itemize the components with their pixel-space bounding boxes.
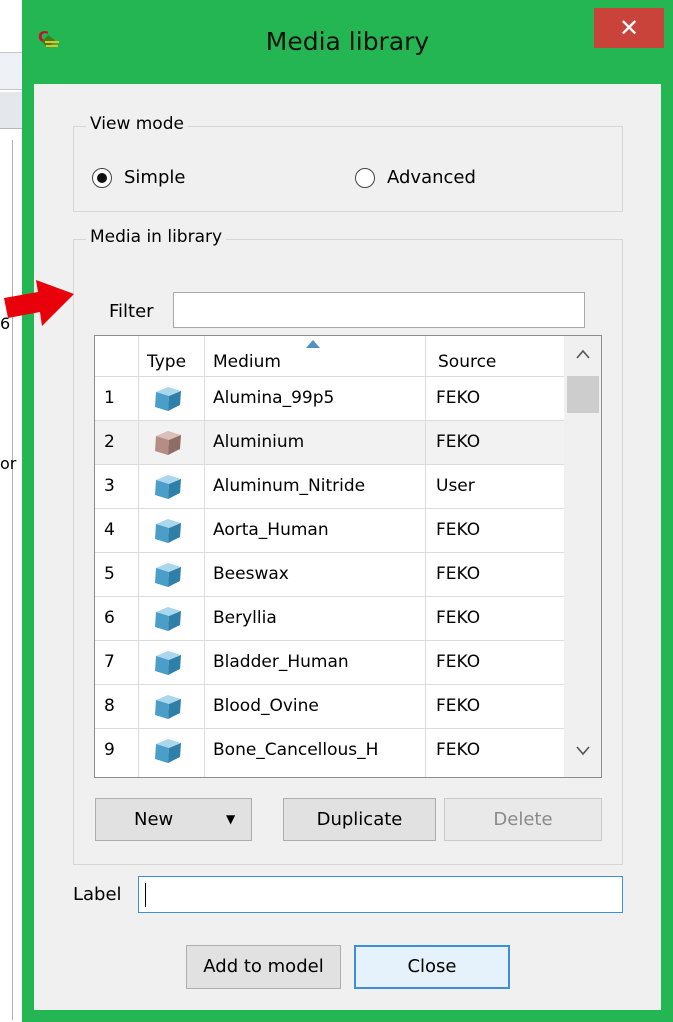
row-index: 1 (104, 388, 115, 408)
table-row[interactable]: 1 Alumina_99p5 FEKO (95, 376, 565, 420)
radio-simple[interactable]: Simple (92, 167, 185, 188)
new-button-label: New (134, 809, 174, 830)
dielectric-cube-icon (155, 519, 181, 543)
title-bar[interactable]: C Media library ✕ (22, 0, 673, 84)
filter-label: Filter (109, 301, 154, 322)
row-medium: Alumina_99p5 (213, 388, 335, 408)
table-row[interactable]: 8 Blood_Ovine FEKO (95, 684, 565, 728)
row-source: FEKO (436, 388, 481, 408)
row-divider (95, 596, 565, 597)
dielectric-cube-icon (155, 607, 181, 631)
row-index: 8 (104, 696, 115, 716)
row-source: FEKO (436, 520, 481, 540)
row-source: FEKO (436, 696, 481, 716)
row-divider (95, 552, 565, 553)
row-index: 5 (104, 564, 115, 584)
radio-advanced[interactable]: Advanced (355, 167, 476, 188)
row-index: 6 (104, 608, 115, 628)
dielectric-cube-icon (155, 387, 181, 411)
row-source: FEKO (436, 740, 481, 760)
new-dropdown-arrow-icon[interactable]: ▼ (226, 799, 235, 840)
row-divider (95, 728, 565, 729)
close-button[interactable]: Close (354, 945, 510, 989)
row-divider (95, 376, 565, 377)
close-window-button[interactable]: ✕ (594, 8, 664, 48)
row-index: 9 (104, 740, 115, 760)
row-divider (95, 508, 565, 509)
row-medium: Aorta_Human (213, 520, 329, 540)
row-index: 3 (104, 476, 115, 496)
add-to-model-button[interactable]: Add to model (186, 945, 341, 989)
table-header: Type Medium Source (95, 336, 565, 376)
radio-unchecked-icon (355, 167, 375, 188)
row-index: 7 (104, 652, 115, 672)
row-medium: Blood_Ovine (213, 696, 319, 716)
dielectric-cube-icon (155, 475, 181, 499)
radio-checked-icon (92, 167, 112, 188)
row-medium: Beryllia (213, 608, 277, 628)
duplicate-button[interactable]: Duplicate (283, 798, 436, 841)
annotation-arrow-icon (4, 280, 74, 326)
background-text-fragment: or (0, 454, 17, 473)
row-divider (95, 464, 565, 465)
delete-button[interactable]: Delete (444, 798, 602, 841)
scroll-down-icon[interactable] (564, 733, 601, 769)
new-button[interactable]: New ▼ (95, 798, 252, 841)
row-divider (95, 684, 565, 685)
row-medium: Beeswax (213, 564, 289, 584)
table-row[interactable]: 6 Beryllia FEKO (95, 596, 565, 640)
radio-simple-label: Simple (124, 167, 186, 188)
scroll-thumb[interactable] (567, 376, 599, 413)
table-row[interactable]: 5 Beeswax FEKO (95, 552, 565, 596)
label-input[interactable] (138, 876, 623, 913)
dielectric-cube-icon (155, 563, 181, 587)
row-medium: Bone_Cancellous_H (213, 740, 379, 760)
header-index[interactable] (102, 336, 132, 376)
media-library-dialog: C Media library ✕ View mode Simple Advan… (22, 0, 673, 1022)
header-medium[interactable]: Medium (213, 336, 413, 376)
row-divider (95, 640, 565, 641)
row-divider (95, 420, 565, 421)
row-source: FEKO (436, 432, 481, 452)
radio-advanced-label: Advanced (387, 167, 476, 188)
table-row[interactable]: 3 Aluminum_Nitride User (95, 464, 565, 508)
row-source: FEKO (436, 564, 481, 584)
row-source: FEKO (436, 652, 481, 672)
table-row[interactable]: 7 Bladder_Human FEKO (95, 640, 565, 684)
row-source: User (436, 476, 475, 496)
row-source: FEKO (436, 608, 481, 628)
text-caret (145, 883, 146, 907)
table-scrollbar[interactable] (564, 336, 601, 777)
window-title: Media library (265, 27, 430, 56)
dielectric-cube-icon (155, 695, 181, 719)
view-mode-group: View mode Simple Advanced (73, 114, 623, 212)
background-panel-edge (12, 140, 13, 1020)
table-row[interactable]: 9 Bone_Cancellous_H FEKO (95, 728, 565, 772)
scroll-up-icon[interactable] (564, 336, 601, 372)
row-medium: Aluminium (213, 432, 305, 452)
media-table: Type Medium Source 1 Alumina_99p5 FEKO 2 Alu… (94, 335, 602, 778)
row-index: 4 (104, 520, 115, 540)
row-medium: Aluminum_Nitride (213, 476, 366, 496)
table-row[interactable]: 4 Aorta_Human FEKO (95, 508, 565, 552)
media-legend: Media in library (86, 227, 227, 247)
header-source[interactable]: Source (438, 336, 558, 376)
dialog-client-area: View mode Simple Advanced Media in libra… (34, 84, 661, 1010)
row-index: 2 (104, 432, 115, 452)
dielectric-cube-icon (155, 651, 181, 675)
filter-input[interactable] (173, 292, 585, 328)
table-row[interactable]: 2 Aluminium FEKO (95, 420, 565, 464)
label-field-label: Label (73, 884, 122, 905)
row-medium: Bladder_Human (213, 652, 349, 672)
view-mode-legend: View mode (86, 114, 188, 134)
metal-cube-icon (155, 431, 181, 455)
header-type[interactable]: Type (147, 336, 197, 376)
dielectric-cube-icon (155, 739, 181, 763)
